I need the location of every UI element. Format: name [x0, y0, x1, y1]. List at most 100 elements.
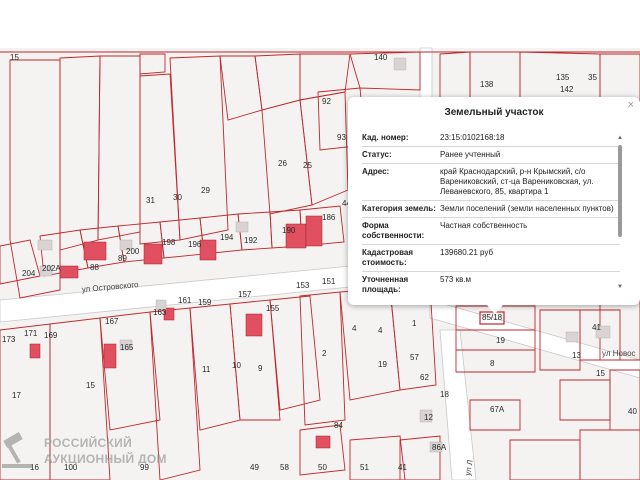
plot-number-label: 190 [282, 226, 296, 235]
row-key: Адрес: [362, 167, 390, 176]
plot-number-label: 84 [334, 421, 343, 430]
popup-row-area: Уточненная площадь: 573 кв.м [362, 271, 620, 298]
plot-number-label: 135 [556, 73, 570, 82]
gavel-icon [2, 432, 32, 468]
plot-number-label: 157 [238, 290, 252, 299]
plot-number-label: 40 [628, 407, 637, 416]
plot-number-label: 29 [201, 186, 210, 195]
row-key: Форма собственности: [362, 221, 425, 240]
row-value: Ранее учтенный [440, 150, 501, 159]
row-key: Уточненная площадь: [362, 275, 409, 294]
popup-title: Земельный участок [444, 107, 544, 118]
plot-number-label: 202А [42, 264, 61, 273]
plot-number-label: 204 [22, 269, 36, 278]
street-label: ул Новос [602, 349, 636, 358]
plot-number-label: 142 [560, 85, 574, 94]
popup-row-status: Статус: Ранее учтенный [362, 146, 620, 163]
plot-number-label: 163 [153, 308, 167, 317]
popup-row-address: Адрес: край Краснодарский, р-н Крымский,… [362, 163, 620, 200]
scroll-up-arrow-icon[interactable]: ▲ [617, 135, 623, 141]
plot-number-label: 92 [322, 97, 331, 106]
plot-number-label: 13 [572, 351, 581, 360]
popup-scrollbar[interactable] [618, 145, 622, 237]
plot-number-label: 9 [258, 364, 263, 373]
plot-number-label: 161 [178, 296, 192, 305]
plot-number-label: 41 [398, 463, 407, 472]
watermark-line-1: РОССИЙСКИЙ [44, 436, 133, 450]
road-l [439, 329, 477, 480]
plot-number-label: 15 [10, 53, 19, 62]
plot-number-label: 19 [378, 360, 387, 369]
popup-rows: Кад. номер: 23:15:0102168:18 Статус: Ран… [362, 130, 620, 298]
row-value: Земли поселений (земли населенных пункто… [440, 204, 614, 213]
plot-number-label: 11 [202, 365, 211, 374]
popup-row-ownership: Форма собственности: Частная собственнос… [362, 217, 620, 244]
plot-number-label: 12 [424, 413, 433, 422]
plot-number-label: 140 [374, 53, 388, 62]
plot-number-label: 50 [318, 463, 327, 472]
plot-number-label: 31 [146, 196, 155, 205]
plot-number-label: 4 [352, 324, 357, 333]
buildings [29, 215, 331, 449]
plot-number-label: 169 [44, 331, 58, 340]
plot-number-label: 86А [432, 443, 447, 452]
plot-number-label: 51 [360, 463, 369, 472]
popup-row-cadastral-value: Кадастровая стоимость: 139680.21 руб [362, 244, 620, 271]
plot-number-label: 41 [592, 323, 601, 332]
plot-number-label: 88 [90, 263, 99, 272]
plot-number-label: 171 [24, 329, 38, 338]
plot-number-label: 19 [496, 336, 505, 345]
plot-number-label: 138 [480, 80, 494, 89]
plot-number-label: 26 [278, 159, 287, 168]
plot-number-label: 93 [337, 133, 346, 142]
scroll-down-arrow-icon[interactable]: ▼ [617, 284, 623, 290]
plot-number-label: 10 [232, 361, 241, 370]
plot-number-label: 2 [322, 349, 327, 358]
plot-number-label: 173 [2, 335, 16, 344]
plot-number-label: 155 [266, 304, 280, 313]
plot-number-label: 8 [490, 359, 495, 368]
row-value: 139680.21 руб [440, 248, 494, 257]
plot-number-label: 49 [250, 463, 259, 472]
row-value: Частная собственность [440, 221, 528, 230]
plot-number-label: 35 [588, 73, 597, 82]
plot-number-label: 200 [126, 247, 140, 256]
row-key: Статус: [362, 150, 392, 159]
plot-number-label: 62 [420, 373, 429, 382]
plot-number-label: 167 [105, 317, 119, 326]
plot-number-label: 151 [322, 277, 336, 286]
plot-number-label: 15 [596, 369, 605, 378]
plot-number-label: 196 [188, 240, 202, 249]
close-icon[interactable]: × [628, 99, 634, 111]
popup-row-cadastral-number: Кад. номер: 23:15:0102168:18 [362, 130, 620, 146]
plot-number-label: 194 [220, 233, 234, 242]
plot-number-label: 159 [198, 298, 212, 307]
watermark-line-2: АУКЦИОННЫЙ ДОМ [44, 452, 167, 466]
popup-row-land-category: Категория земель: Земли поселений (земли… [362, 200, 620, 217]
plot-number-label: 1 [412, 319, 417, 328]
plot-number-label: 85/18 [482, 313, 503, 322]
plot-number-label: 192 [244, 236, 258, 245]
plot-number-label: 25 [303, 161, 312, 170]
row-value: 573 кв.м [440, 275, 472, 284]
plot-number-label: 67А [490, 405, 505, 414]
row-value: край Краснодарский, р-н Крымский, с/о Ва… [440, 167, 594, 196]
popup-pointer [487, 305, 503, 314]
watermark-logo: РОССИЙСКИЙ АУКЦИОННЫЙ ДОМ [0, 432, 170, 472]
plot-number-label: 153 [296, 281, 310, 290]
plot-number-label: 30 [173, 193, 182, 202]
road-north [419, 47, 433, 99]
plot-number-label: 198 [162, 238, 176, 247]
plot-number-label: 18 [440, 390, 449, 399]
row-key: Кадастровая стоимость: [362, 248, 414, 267]
row-value: 23:15:0102168:18 [440, 133, 505, 142]
plot-number-label: 15 [86, 381, 95, 390]
plot-number-label: 17 [12, 391, 21, 400]
row-key: Категория земель: [362, 204, 436, 213]
plot-number-label: 186 [322, 213, 336, 222]
parcel-info-popup: Земельный участок × Кад. номер: 23:15:01… [348, 97, 640, 305]
row-key: Кад. номер: [362, 133, 409, 142]
plot-number-label: 57 [410, 353, 419, 362]
plot-number-label: 4 [378, 326, 383, 335]
plot-number-label: 58 [280, 463, 289, 472]
